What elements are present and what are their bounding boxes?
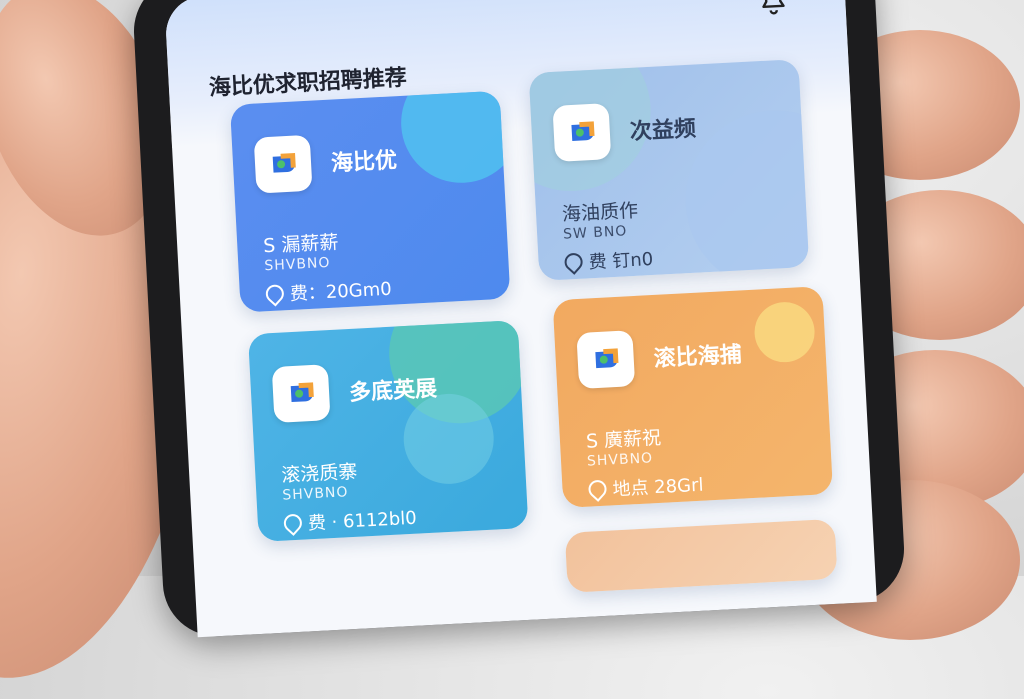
phone: 海比优求职招聘推荐 海比优 S 漏薪薪 SHVBNO 费：20Gm0 次益频 海…: [131, 0, 907, 639]
job-subtitle: SW BNO: [562, 223, 628, 243]
job-card-partial[interactable]: [564, 518, 838, 593]
job-location: 费 钉n0: [560, 245, 654, 276]
job-location-text: 地点 28Grl: [612, 474, 704, 501]
location-pin-icon: [280, 510, 306, 536]
page-title: 海比优求职招聘推荐: [208, 65, 408, 101]
job-title: S 廣薪祝: [585, 426, 662, 453]
app-logo-icon: [576, 330, 636, 389]
app-logo-icon: [271, 364, 331, 423]
job-subtitle: SHVBNO: [586, 450, 654, 470]
location-pin-icon: [584, 476, 611, 502]
job-location: 费 · 6112bl0: [280, 504, 418, 537]
bell-icon[interactable]: [758, 0, 788, 17]
decor-bubble: [753, 300, 817, 364]
job-card[interactable]: 次益频 海油质作 SW BNO 费 钉n0: [528, 59, 810, 281]
job-location: 地点 28Grl: [584, 471, 704, 503]
job-title: 海油质作: [561, 199, 639, 226]
app-logo-icon: [552, 103, 612, 162]
decor-bubble: [681, 105, 810, 281]
job-subtitle: SHVBNO: [282, 484, 349, 504]
app-logo-icon: [253, 134, 313, 194]
job-title: 滚浇质寨: [280, 460, 358, 487]
company-name: 次益频: [629, 116, 697, 145]
phone-screen: 海比优求职招聘推荐 海比优 S 漏薪薪 SHVBNO 费：20Gm0 次益频 海…: [164, 0, 877, 638]
location-pin-icon: [262, 281, 288, 307]
job-location-text: 费 钉n0: [588, 248, 654, 274]
job-location-text: 费 · 6112bl0: [307, 507, 418, 535]
job-subtitle: SHVBNO: [263, 254, 331, 275]
job-card[interactable]: 滚比海捕 S 廣薪祝 SHVBNO 地点 28Grl: [552, 286, 834, 508]
decor-bubble: [398, 90, 511, 186]
job-card[interactable]: 海比优 S 漏薪薪 SHVBNO 费：20Gm0: [229, 90, 511, 313]
job-card[interactable]: 多底英展 滚浇质寨 SHVBNO 费 · 6112bl0: [247, 320, 529, 542]
job-location: 费：20Gm0: [262, 275, 393, 308]
job-location-text: 费：20Gm0: [289, 278, 393, 305]
company-name: 海比优: [330, 148, 398, 177]
company-name: 多底英展: [348, 376, 438, 407]
job-title: S 漏薪薪: [262, 231, 339, 258]
location-pin-icon: [560, 249, 587, 275]
company-name: 滚比海捕: [653, 342, 743, 373]
